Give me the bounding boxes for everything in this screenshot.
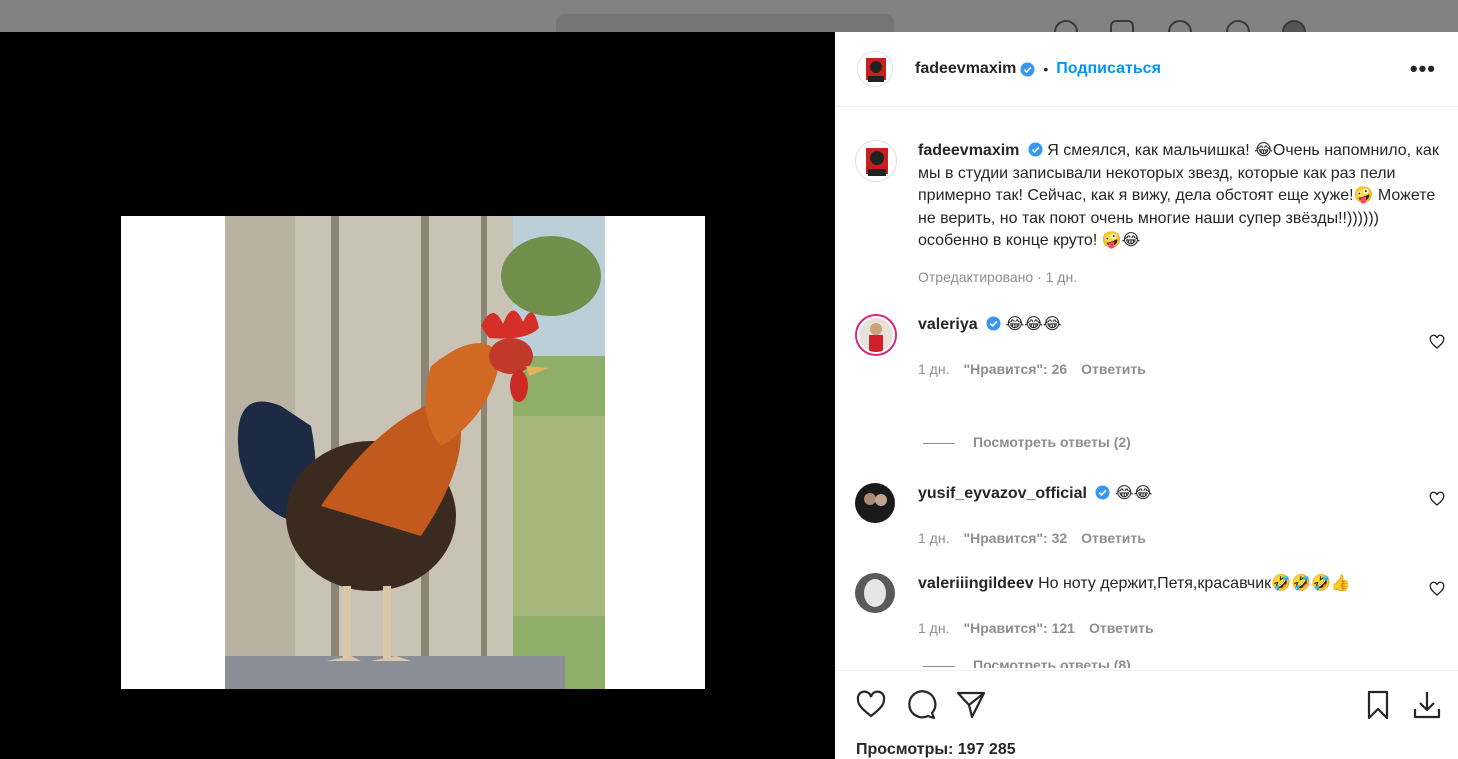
comment-time: 1 дн. [918,620,950,636]
bookmark-icon[interactable] [1362,689,1394,721]
post-modal: fadeevmaxim • Подписаться ••• fadeevmaxi… [0,32,1458,759]
comment-icon[interactable] [905,689,937,721]
comment-text: 😂😂 [1114,485,1153,502]
media-panel [0,32,835,759]
commenter-avatar-image [855,483,895,523]
comment-reply-button[interactable]: Ответить [1089,620,1154,636]
caption-content: fadeevmaxim Я смеялся, как мальчишка! 😂О… [918,140,1443,253]
view-replies-label: Посмотреть ответы (8) [973,657,1131,668]
comment-likes[interactable]: "Нравится": 121 [963,620,1074,636]
caption-meta: Отредактировано · 1 дн. [918,269,1078,285]
comment-username[interactable]: valeriya [918,316,978,333]
comment-reply-button[interactable]: Ответить [1081,361,1146,377]
comment-text: 😂😂😂 [1005,316,1062,333]
caption-author-avatar[interactable] [855,140,897,182]
comment-content: valeriya 😂😂😂 [918,314,1443,337]
verified-badge-icon [1020,61,1035,77]
download-icon[interactable] [1411,689,1443,721]
commenter-avatar-image [859,318,893,352]
comment-time: 1 дн. [918,530,950,546]
comment-likes[interactable]: "Нравится": 32 [963,530,1067,546]
comment-username[interactable]: yusif_eyvazov_official [918,485,1087,502]
comment-time: 1 дн. [918,361,950,377]
comment-username[interactable]: valeriiingildeev [918,575,1034,592]
view-replies-button[interactable]: Посмотреть ответы (8) [923,657,1131,668]
verified-badge-icon [986,316,1001,331]
commenter-avatar[interactable] [855,573,895,613]
post-actions-bar: Просмотры: 197 285 [835,670,1458,759]
share-icon[interactable] [955,689,987,721]
comment-content: valeriiingildeev Но ноту держит,Петя,кра… [918,573,1443,596]
comment-text: Но ноту держит,Петя,красавчик🤣🤣🤣👍 [1038,575,1351,592]
comment-meta: 1 дн. "Нравится": 32 Ответить [918,530,1146,546]
heart-icon[interactable] [855,689,887,721]
views-count: Просмотры: 197 285 [856,741,1016,758]
comment-reply-button[interactable]: Ответить [1081,530,1146,546]
comments-list: fadeevmaxim Я смеялся, как мальчишка! 😂О… [835,108,1458,668]
follow-button[interactable]: Подписаться [1056,60,1161,78]
view-replies-button[interactable]: Посмотреть ответы (2) [923,434,1131,450]
comment-meta: 1 дн. "Нравится": 121 Ответить [918,620,1154,636]
background-topbar [0,0,1458,50]
post-side-panel: fadeevmaxim • Подписаться ••• fadeevmaxi… [835,32,1458,759]
commenter-avatar[interactable] [855,483,895,523]
verified-badge-icon [1028,142,1043,157]
comment-content: yusif_eyvazov_official 😂😂 [918,483,1443,506]
verified-badge-icon [1095,485,1110,500]
replies-line [923,665,955,667]
view-replies-label: Посмотреть ответы (2) [973,434,1131,450]
caption-author-avatar-image [856,141,896,181]
comment-like-heart-icon[interactable] [1429,581,1445,597]
caption-author-name[interactable]: fadeevmaxim [918,142,1019,159]
post-author-name[interactable]: fadeevmaxim [915,60,1016,78]
author-avatar-image [858,52,892,86]
comment-meta: 1 дн. "Нравится": 26 Ответить [918,361,1146,377]
comment-like-heart-icon[interactable] [1429,334,1445,350]
replies-line [923,442,955,444]
rooster-illustration [121,216,705,689]
more-options-icon[interactable]: ••• [1410,56,1436,82]
commenter-avatar-image [855,573,895,613]
comment-likes[interactable]: "Нравится": 26 [963,361,1067,377]
post-header: fadeevmaxim • Подписаться ••• [835,32,1458,107]
commenter-avatar[interactable] [855,314,897,356]
separator-dot: • [1043,61,1049,77]
comment-like-heart-icon[interactable] [1429,491,1445,507]
author-avatar[interactable] [857,51,893,87]
post-video[interactable] [121,216,705,689]
